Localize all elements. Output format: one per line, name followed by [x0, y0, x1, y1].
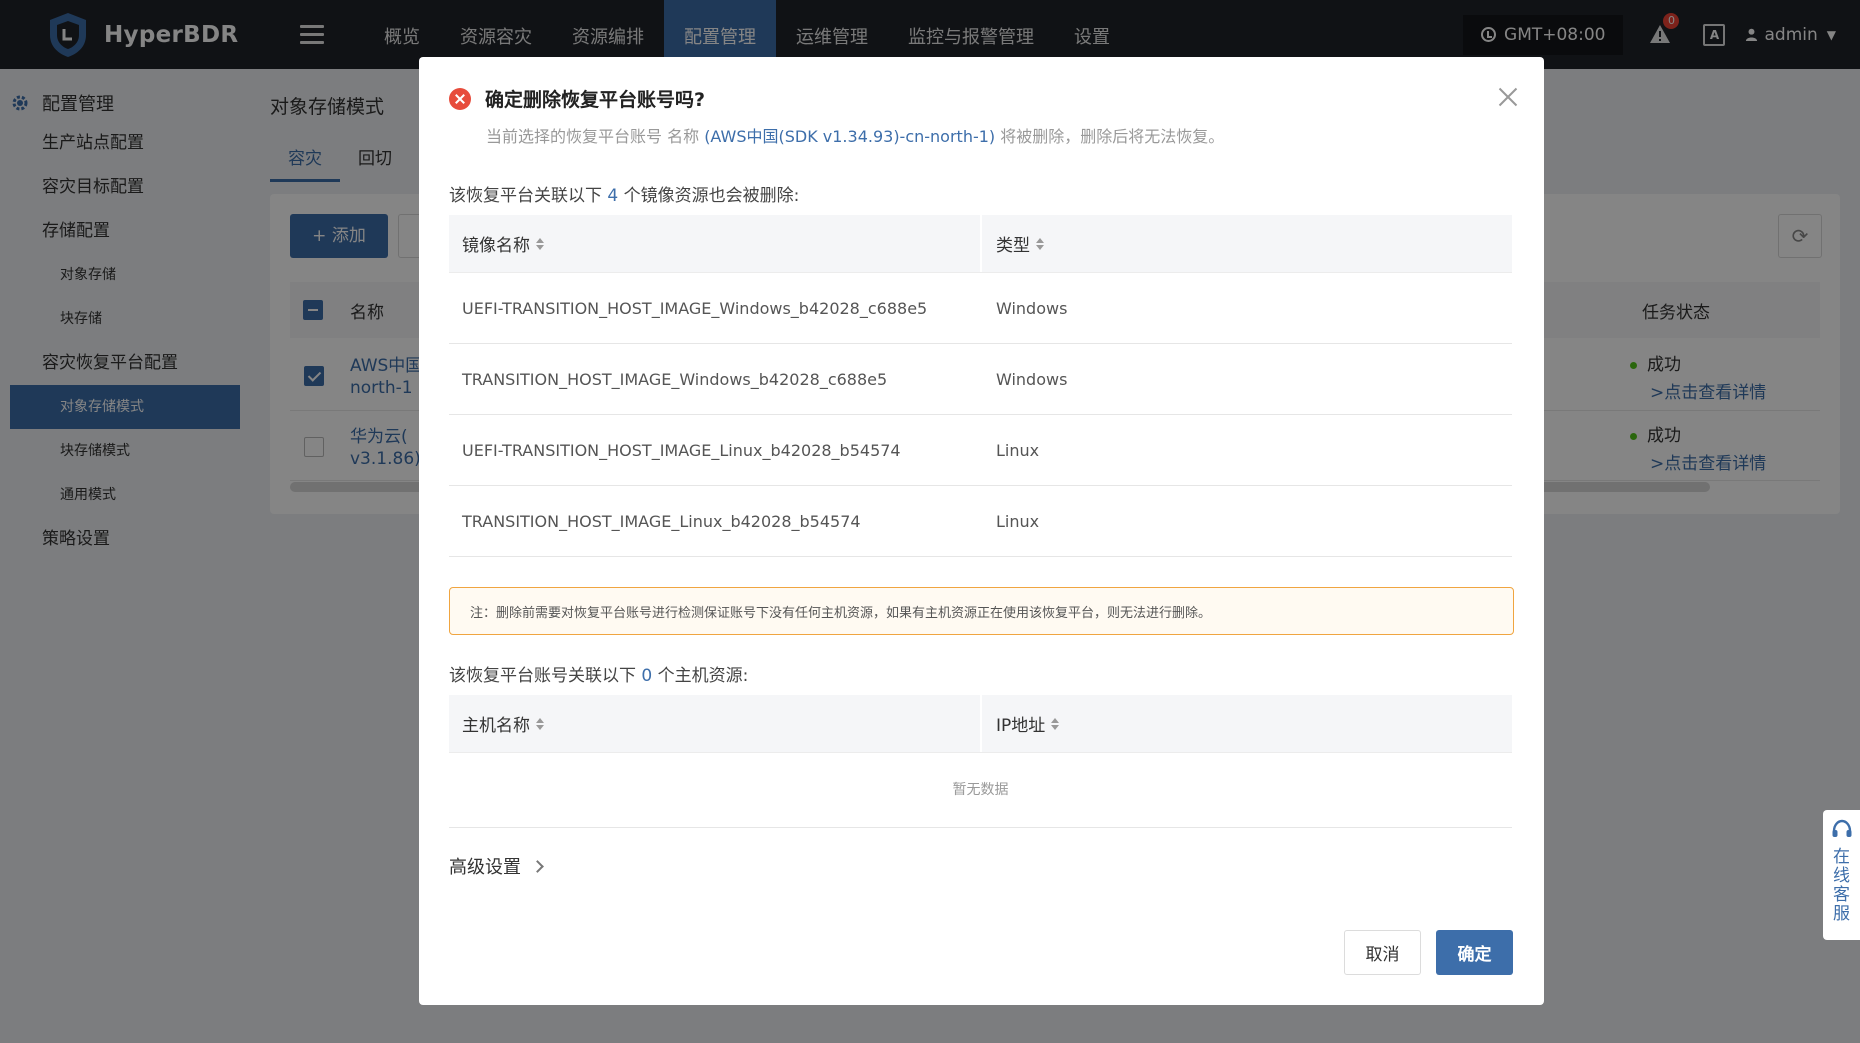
images-table-header: 镜像名称 类型	[449, 215, 1512, 273]
close-icon[interactable]	[1498, 87, 1518, 107]
cancel-button[interactable]: 取消	[1344, 930, 1421, 975]
col-ip-address-label: IP地址	[996, 716, 1046, 736]
subtitle-suffix: 将被删除，删除后将无法恢复。	[1000, 127, 1225, 146]
account-name-highlight: (AWS中国(SDK v1.34.93)-cn-north-1)	[704, 127, 996, 146]
confirm-button[interactable]: 确定	[1436, 930, 1513, 975]
image-name-cell: UEFI-TRANSITION_HOST_IMAGE_Linux_b42028_…	[462, 440, 901, 460]
hosts-table: 主机名称 IP地址 暂无数据	[449, 695, 1512, 828]
image-name-cell: TRANSITION_HOST_IMAGE_Linux_b42028_b5457…	[462, 511, 861, 531]
table-row: UEFI-TRANSITION_HOST_IMAGE_Windows_b4202…	[449, 273, 1512, 344]
images-count: 4	[607, 186, 619, 206]
col-image-type[interactable]: 类型	[982, 215, 1512, 272]
online-service-tab[interactable]: 在线客服	[1823, 810, 1860, 940]
dialog-subtitle: 当前选择的恢复平台账号 名称 (AWS中国(SDK v1.34.93)-cn-n…	[486, 123, 1224, 147]
col-image-name[interactable]: 镜像名称	[449, 215, 982, 272]
hosts-count: 0	[641, 666, 653, 686]
headset-icon	[1832, 819, 1851, 837]
image-type-cell: Windows	[996, 298, 1068, 318]
hosts-section-label: 该恢复平台账号关联以下 0 个主机资源:	[449, 661, 748, 686]
sort-icon[interactable]	[1036, 237, 1044, 250]
subtitle-prefix: 当前选择的恢复平台账号 名称	[486, 127, 700, 146]
table-row: TRANSITION_HOST_IMAGE_Windows_b42028_c68…	[449, 344, 1512, 415]
hosts-label-prefix: 该恢复平台账号关联以下	[449, 666, 636, 686]
sort-icon[interactable]	[536, 237, 544, 250]
delete-confirm-dialog: 确定删除恢复平台账号吗? 当前选择的恢复平台账号 名称 (AWS中国(SDK v…	[419, 57, 1544, 1005]
images-label-prefix: 该恢复平台关联以下	[449, 186, 602, 206]
table-row: UEFI-TRANSITION_HOST_IMAGE_Linux_b42028_…	[449, 415, 1512, 486]
image-type-cell: Linux	[996, 440, 1040, 460]
col-image-name-label: 镜像名称	[462, 236, 530, 256]
col-host-name-label: 主机名称	[462, 716, 530, 736]
online-service-label: 在线客服	[1833, 847, 1850, 924]
dialog-title: 确定删除恢复平台账号吗?	[485, 89, 706, 111]
table-row: TRANSITION_HOST_IMAGE_Linux_b42028_b5457…	[449, 486, 1512, 557]
col-host-name[interactable]: 主机名称	[449, 695, 982, 752]
advanced-settings-label: 高级设置	[449, 857, 521, 878]
empty-state: 暂无数据	[449, 753, 1512, 828]
error-icon	[449, 87, 471, 110]
images-section-label: 该恢复平台关联以下 4 个镜像资源也会被删除:	[449, 181, 799, 206]
warning-note: 注：删除前需要对恢复平台账号进行检测保证账号下没有任何主机资源，如果有主机资源正…	[449, 587, 1514, 635]
sort-icon[interactable]	[1051, 717, 1060, 730]
hosts-table-header: 主机名称 IP地址	[449, 695, 1512, 753]
image-name-cell: TRANSITION_HOST_IMAGE_Windows_b42028_c68…	[462, 369, 888, 389]
advanced-settings-toggle[interactable]: 高级设置	[449, 853, 544, 879]
dialog-header: 确定删除恢复平台账号吗?	[449, 85, 705, 112]
chevron-right-icon	[531, 859, 544, 873]
image-type-cell: Linux	[996, 511, 1040, 531]
images-label-suffix: 个镜像资源也会被删除:	[623, 186, 800, 206]
col-ip-address[interactable]: IP地址	[982, 695, 1512, 752]
images-table: 镜像名称 类型 UEFI-TRANSITION_HOST_IMAGE_Windo…	[449, 215, 1512, 557]
sort-icon[interactable]	[536, 717, 544, 730]
hosts-label-suffix: 个主机资源:	[657, 666, 749, 686]
image-type-cell: Windows	[996, 369, 1068, 389]
col-image-type-label: 类型	[996, 236, 1030, 256]
image-name-cell: UEFI-TRANSITION_HOST_IMAGE_Windows_b4202…	[462, 298, 928, 318]
